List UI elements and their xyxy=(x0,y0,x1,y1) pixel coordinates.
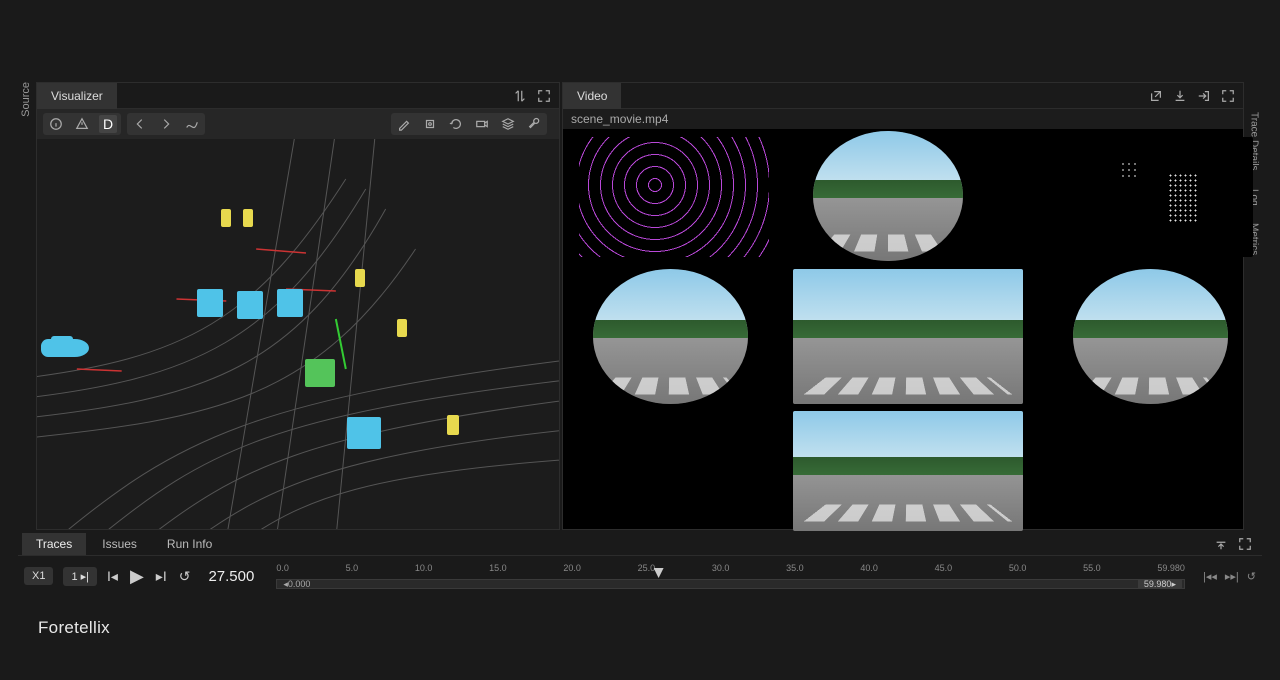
target-icon[interactable] xyxy=(421,115,439,133)
reset-icon[interactable]: ↺ xyxy=(1247,570,1256,583)
info-icon[interactable] xyxy=(47,115,65,133)
feed-right-fisheye xyxy=(1073,269,1228,404)
dimension-toggle[interactable]: D xyxy=(99,115,117,133)
visualizer-toolbar: D xyxy=(37,109,559,139)
path-icon[interactable] xyxy=(183,115,201,133)
timeline-track[interactable]: ◂ 0.000 59.980 ▸ xyxy=(276,579,1185,589)
left-sidebar-tab[interactable]: Source xyxy=(18,82,34,530)
actor-pedestrian xyxy=(221,209,231,227)
bottom-panel: Traces Issues Run Info X1 1 ▸| I◂ ▶ ▸I ↺… xyxy=(18,532,1262,596)
visualizer-panel: Visualizer D xyxy=(36,82,560,530)
visualizer-3d-canvas[interactable] xyxy=(37,139,559,529)
collapse-up-icon[interactable] xyxy=(1214,537,1228,551)
ego-marker xyxy=(305,359,335,387)
expand-icon[interactable] xyxy=(1221,89,1235,103)
tab-run-info[interactable]: Run Info xyxy=(153,533,226,555)
camera-icon[interactable] xyxy=(473,115,491,133)
skip-forward-icon[interactable]: ▸I xyxy=(156,568,167,585)
download-icon[interactable] xyxy=(1173,89,1187,103)
feed-lidar xyxy=(579,137,769,257)
open-external-icon[interactable] xyxy=(1149,89,1163,103)
video-panel: Video scene_movie.mp4 xyxy=(562,82,1244,530)
expand-icon[interactable] xyxy=(1238,537,1252,551)
feed-front-fisheye xyxy=(813,131,963,261)
tab-issues[interactable]: Issues xyxy=(88,533,151,555)
expand-icon[interactable] xyxy=(537,89,551,103)
brand-label: Foretellix xyxy=(18,596,1262,656)
warning-icon[interactable] xyxy=(73,115,91,133)
video-filename: scene_movie.mp4 xyxy=(563,109,1243,129)
back-icon[interactable] xyxy=(131,115,149,133)
feed-pointcloud xyxy=(1063,137,1253,257)
actor-pedestrian xyxy=(355,269,365,287)
jump-end-icon[interactable]: ▸▸| xyxy=(1225,570,1239,583)
rotate-icon[interactable] xyxy=(447,115,465,133)
wrench-icon[interactable] xyxy=(525,115,543,133)
feed-left-fisheye xyxy=(593,269,748,404)
feed-rear xyxy=(793,411,1023,531)
swap-icon[interactable] xyxy=(513,89,527,103)
skip-back-icon[interactable]: I◂ xyxy=(107,568,118,585)
rewind-icon[interactable]: ↺ xyxy=(179,568,191,585)
timeline-ruler: 0.0 5.0 10.0 15.0 20.0 25.0 30.0 35.0 40… xyxy=(272,563,1189,579)
actor-vehicle xyxy=(347,417,381,449)
play-icon[interactable]: ▶ xyxy=(130,566,144,587)
forward-icon[interactable] xyxy=(157,115,175,133)
actor-pedestrian xyxy=(397,319,407,337)
tab-traces[interactable]: Traces xyxy=(22,533,86,555)
visualizer-tab[interactable]: Visualizer xyxy=(37,83,117,109)
feed-center xyxy=(793,269,1023,404)
source-tab-label: Source xyxy=(20,82,32,151)
video-grid[interactable] xyxy=(563,129,1243,529)
step-selector[interactable]: 1 ▸| xyxy=(63,567,97,586)
jump-start-icon[interactable]: |◂◂ xyxy=(1203,570,1217,583)
login-icon[interactable] xyxy=(1197,89,1211,103)
layers-icon[interactable] xyxy=(499,115,517,133)
video-tab[interactable]: Video xyxy=(563,83,621,109)
ego-vehicle xyxy=(41,339,89,357)
current-time: 27.500 xyxy=(200,568,262,585)
speed-selector[interactable]: X1 xyxy=(24,567,53,585)
edit-icon[interactable] xyxy=(395,115,413,133)
actor-pedestrian xyxy=(243,209,253,227)
actor-vehicle xyxy=(197,289,223,317)
actor-vehicle xyxy=(277,289,303,317)
actor-vehicle xyxy=(237,291,263,319)
actor-pedestrian xyxy=(447,415,459,435)
